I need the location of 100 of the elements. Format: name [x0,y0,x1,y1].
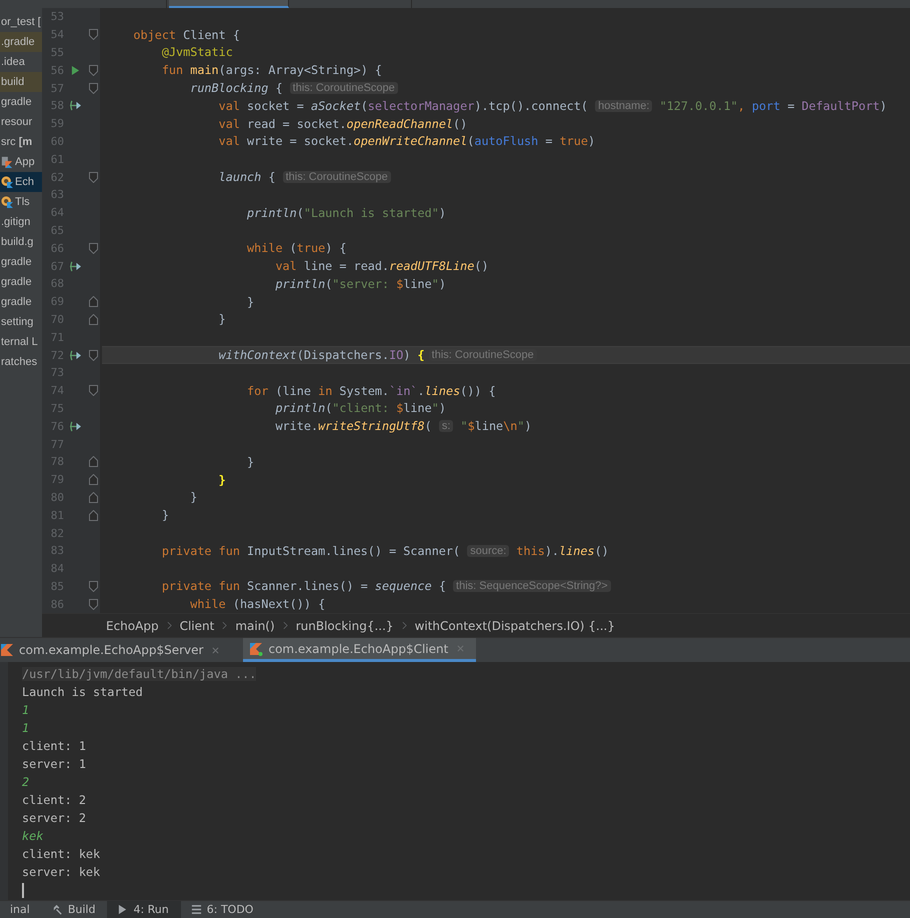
fold-icon[interactable] [88,474,98,486]
code-line: println("client: $line") [274,400,447,418]
code-line: launch { this: CoroutineScope [102,168,910,186]
tree-item[interactable]: build [0,72,42,92]
tool-window-button[interactable]: 4: Run [107,901,181,918]
suspend-call-icon [68,420,82,432]
fold-icon[interactable] [88,350,98,361]
code-line: fun main(args: Array<String>) { [160,62,384,80]
code-line: } [246,454,256,471]
suspend-call-icon [68,100,82,112]
breadcrumb[interactable]: withContext(Dispatchers.IO) {...} [414,618,615,632]
code-line: val write = socket.openWriteChannel(autoFlush = true) [218,133,596,150]
fold-icon[interactable] [88,242,98,254]
console-line: kek [22,829,44,843]
kotlin-object-icon [1,196,13,208]
kotlin-icon [249,642,264,656]
tree-item[interactable]: build.g [0,232,42,252]
tree-item[interactable]: src [m [0,132,42,152]
breadcrumb[interactable]: main() [235,618,275,632]
tool-window-button[interactable]: Build [42,901,108,918]
console-line: 1 [22,703,30,717]
code-line: while (hasNext()) { [189,596,326,613]
kotlin-object-icon [1,176,13,188]
fold-icon[interactable] [88,598,98,610]
suspend-call-icon [68,350,82,361]
console-line: 1 [22,721,30,735]
tree-item[interactable]: Tls [0,192,42,212]
tree-item[interactable]: gradle [0,92,42,112]
suspend-call-icon [68,260,82,272]
code-line: val read = socket.openReadChannel() [218,116,468,133]
tree-item[interactable]: ternal L [0,332,42,352]
fold-icon[interactable] [88,314,98,325]
close-icon[interactable] [212,646,220,654]
code-line: val socket = aSocket(selectorManager).tcp().connect( hostname: "127.0.0.1", port = DefaultPort) [218,98,888,115]
tree-item[interactable]: .idea [0,52,42,72]
code-line: println("server: $line") [274,276,447,293]
tool-window-button[interactable]: inal [0,901,42,918]
console-line: client: kek [22,847,100,861]
tree-item[interactable]: Ech [0,172,42,192]
tree-item[interactable]: .gitign [0,212,42,232]
chevron-icon [166,621,172,630]
code-line: } [218,472,227,489]
tree-item[interactable]: gradle [0,252,42,272]
code-line: for (line in System.`in`.lines()) { [246,382,497,400]
fold-icon[interactable] [88,492,98,503]
chevron-icon [402,621,407,630]
run-tab[interactable]: com.example.EchoApp$Client [243,638,476,662]
tree-item[interactable]: gradle [0,272,42,292]
tree-item[interactable]: resour [0,112,42,132]
code-line: private fun Scanner.lines() = sequence { this: SequenceScope<String?> [102,578,910,596]
code-line: } [246,294,256,311]
fold-icon[interactable] [88,510,98,521]
tree-item[interactable]: or_test [ [0,12,42,32]
console-line: server: 2 [22,811,86,825]
fold-icon[interactable] [88,172,98,183]
editor-tab[interactable] [169,0,289,8]
fold-icon[interactable] [88,296,98,308]
console-line: server: 1 [22,757,86,771]
breadcrumb[interactable]: Client [180,618,214,632]
code-line: } [218,311,227,328]
code-line: println("Launch is started") [246,204,447,222]
code-line: private fun InputStream.lines() = Scanner( source: this).lines() [160,542,610,560]
console-line: Launch is started [22,685,143,699]
chevron-icon [222,621,228,630]
tree-item[interactable]: .gradle [0,32,42,52]
run-tab[interactable]: com.example.EchoApp$Server [0,638,232,662]
code-line: while (true) { [246,240,348,258]
code-line: } [160,507,170,524]
text-cursor [22,882,24,898]
fold-icon[interactable] [88,456,98,468]
chevron-icon [282,621,288,630]
code-line: @JvmStatic [160,44,234,62]
console-line: client: 1 [22,739,86,753]
console-line: server: kek [22,865,100,879]
tree-item[interactable]: gradle [0,292,42,312]
close-icon[interactable] [457,645,464,652]
breadcrumb[interactable]: EchoApp [106,618,159,632]
console-line: 2 [22,775,30,789]
tree-item[interactable]: ratches [0,352,42,372]
run-icon[interactable] [70,64,80,76]
code-line: runBlocking { this: CoroutineScope [102,79,910,97]
kotlin-file-icon [1,156,13,168]
fold-icon[interactable] [88,580,98,592]
tree-item[interactable]: setting [0,312,42,332]
list-icon [190,904,202,915]
fold-icon[interactable] [88,82,98,94]
breadcrumb[interactable]: runBlocking{...} [296,618,394,632]
code-line: val line = read.readUTF8Line() [274,258,490,275]
console-line: client: 2 [22,793,86,807]
fold-icon[interactable] [88,385,98,396]
tree-item[interactable]: App [0,152,42,172]
code-line: } [189,489,198,506]
play-icon [117,904,128,915]
fold-icon[interactable] [88,64,98,76]
code-line: write.writeStringUtf8( s: "$line\n") [274,418,533,436]
tool-window-button[interactable]: 6: TODO [180,901,266,918]
hammer-icon [52,904,63,915]
fold-icon[interactable] [88,29,98,40]
kotlin-icon [0,643,14,657]
code-line: object Client { [132,26,241,44]
